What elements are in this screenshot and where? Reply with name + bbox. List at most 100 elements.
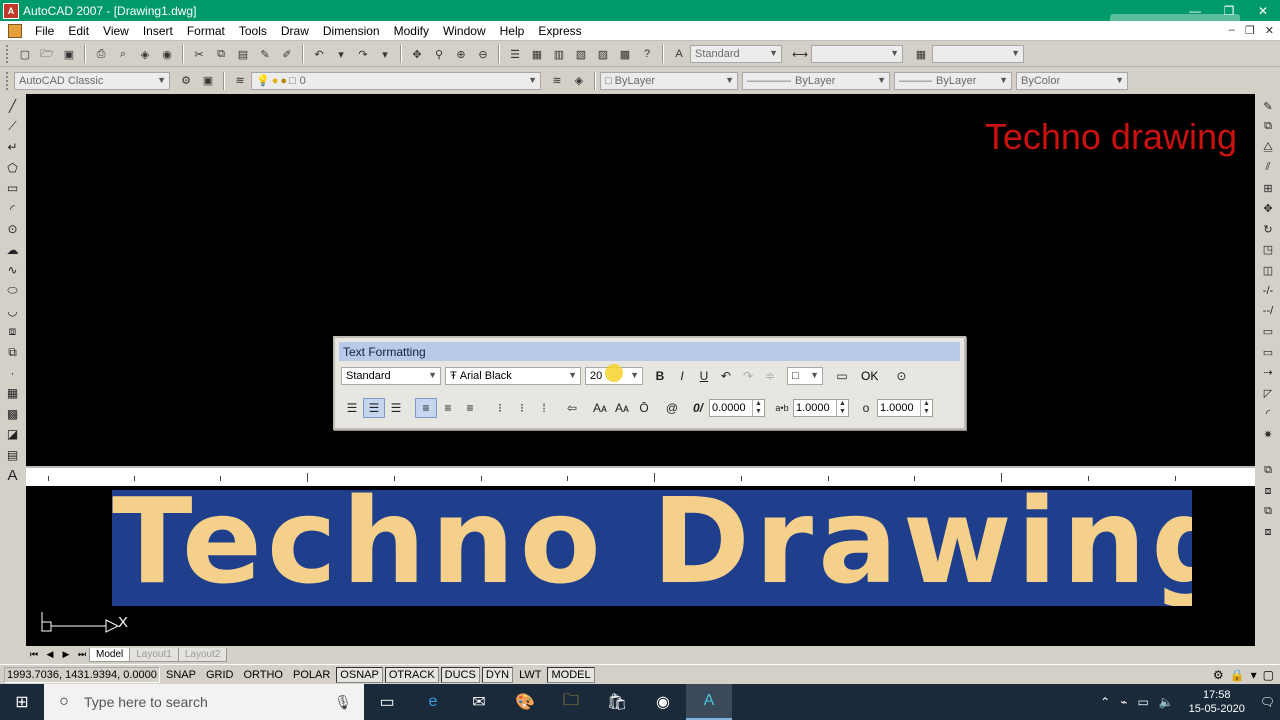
trim-icon[interactable]: -/- xyxy=(1258,281,1278,302)
table-style-combo[interactable]: ▼ xyxy=(932,45,1024,63)
task-view-icon[interactable]: ▭ xyxy=(364,684,410,720)
menu-view[interactable]: View xyxy=(96,24,136,38)
next-tab-icon[interactable]: ▶ xyxy=(58,648,74,662)
bold-button[interactable]: B xyxy=(649,366,671,386)
send-to-back-icon[interactable]: ⧉ xyxy=(1258,502,1278,523)
align-left-icon[interactable]: ☰ xyxy=(341,398,363,418)
tf-style-combo[interactable]: Standard ▼ xyxy=(341,367,441,385)
toolbar-gripper[interactable] xyxy=(6,71,10,90)
stack-icon[interactable]: ≑ xyxy=(759,366,781,386)
align-bottom-icon[interactable]: ≡ xyxy=(459,398,481,418)
my-workspace-icon[interactable]: ▣ xyxy=(198,71,218,91)
menu-window[interactable]: Window xyxy=(436,24,493,38)
notifications-icon[interactable]: 🗨 xyxy=(1260,695,1275,709)
network-icon[interactable]: ⌁ xyxy=(1120,695,1127,709)
bring-above-icon[interactable]: ⧈ xyxy=(1258,522,1278,543)
ducs-toggle[interactable]: DUCS xyxy=(440,666,480,683)
uppercase-icon[interactable]: Aᴀ xyxy=(589,398,611,418)
tab-layout1[interactable]: Layout1 xyxy=(129,647,179,662)
linetype-combo[interactable]: ———— ByLayer ▼ xyxy=(742,71,890,90)
dyn-toggle[interactable]: DYN xyxy=(481,666,514,683)
menu-dimension[interactable]: Dimension xyxy=(316,24,387,38)
undo-icon[interactable]: ↶ xyxy=(309,44,329,64)
bring-to-front-icon[interactable]: ⧈ xyxy=(1258,481,1278,502)
point-icon[interactable]: · xyxy=(3,363,23,384)
construction-line-icon[interactable]: ⟋ xyxy=(3,117,23,138)
spinner-icon[interactable]: ▲ ▼ xyxy=(920,400,932,416)
layer-previous-icon[interactable]: ◈ xyxy=(569,71,589,91)
mail-app-icon[interactable]: ✉ xyxy=(456,684,502,720)
menu-edit[interactable]: Edit xyxy=(61,24,96,38)
revision-cloud-icon[interactable]: ☁ xyxy=(3,240,23,261)
options-icon[interactable]: ⊙ xyxy=(890,366,912,386)
explode-icon[interactable]: ✷ xyxy=(1258,424,1278,445)
table-icon[interactable]: ▤ xyxy=(3,445,23,466)
close-button[interactable]: ✕ xyxy=(1246,0,1280,21)
menu-insert[interactable]: Insert xyxy=(136,24,180,38)
snap-toggle[interactable]: SNAP xyxy=(162,666,200,683)
tf-color-combo[interactable]: □ ▼ xyxy=(787,367,823,385)
lowercase-icon[interactable]: Aᴀ xyxy=(611,398,633,418)
insert-block-icon[interactable]: ⧈ xyxy=(3,322,23,343)
new-icon[interactable]: ▢ xyxy=(15,44,35,64)
text-style-combo[interactable]: Standard ▼ xyxy=(690,45,782,63)
autocad-app-icon[interactable]: A xyxy=(3,2,19,19)
oblique-angle-input[interactable]: 0.0000 ▲ ▼ xyxy=(709,399,765,417)
join-icon[interactable]: ⇢ xyxy=(1258,363,1278,384)
doc-close-button[interactable]: ✕ xyxy=(1265,24,1274,37)
polar-toggle[interactable]: POLAR xyxy=(289,666,335,683)
undo-dropdown-icon[interactable]: ▾ xyxy=(331,44,351,64)
rotate-icon[interactable]: ↻ xyxy=(1258,219,1278,240)
windows-start-icon[interactable]: ⊞ xyxy=(0,684,44,720)
lwt-toggle[interactable]: LWT xyxy=(515,666,546,683)
break-at-point-icon[interactable]: ▭ xyxy=(1258,322,1278,343)
design-center-icon[interactable]: ▦ xyxy=(527,44,547,64)
move-icon[interactable]: ✥ xyxy=(1258,199,1278,220)
volume-icon[interactable]: 🔈 xyxy=(1159,695,1174,709)
workspace-combo[interactable]: AutoCAD Classic ▼ xyxy=(14,71,170,90)
menu-draw[interactable]: Draw xyxy=(274,24,316,38)
show-hidden-icons-icon[interactable]: ⌃ xyxy=(1100,695,1110,709)
chrome-icon[interactable]: ◉ xyxy=(640,684,686,720)
autocad-taskbar-icon[interactable]: A xyxy=(686,684,732,720)
help-icon[interactable]: ? xyxy=(637,44,657,64)
ellipse-arc-icon[interactable]: ◡ xyxy=(3,301,23,322)
status-menu-icon[interactable]: ▾ xyxy=(1251,668,1257,682)
rectangle-icon[interactable]: ▭ xyxy=(3,178,23,199)
region-icon[interactable]: ◪ xyxy=(3,424,23,445)
taskbar-search-box[interactable]: ○ Type here to search 🎙 xyxy=(44,684,364,720)
doc-restore-button[interactable]: ❐ xyxy=(1245,24,1255,37)
plotstyle-combo[interactable]: ByColor ▼ xyxy=(1016,71,1128,90)
uppercase-letters-icon[interactable]: ⁞ xyxy=(533,398,555,418)
gradient-icon[interactable]: ▩ xyxy=(3,404,23,425)
dim-style-combo[interactable]: ▼ xyxy=(811,45,903,63)
layer-manager-icon[interactable]: ≋ xyxy=(230,71,250,91)
mirror-icon[interactable]: ⧋ xyxy=(1258,137,1278,158)
minimize-button[interactable]: — xyxy=(1178,0,1212,21)
mtext-ruler[interactable] xyxy=(26,466,1255,486)
text-style-icon[interactable]: A xyxy=(669,44,689,64)
ok-button[interactable]: OK xyxy=(853,366,886,386)
dim-style-icon[interactable]: ⟷ xyxy=(790,44,810,64)
clean-screen-icon[interactable]: ▢ xyxy=(1263,668,1274,682)
sheet-set-icon[interactable]: ▧ xyxy=(571,44,591,64)
arc-icon[interactable]: ◜ xyxy=(3,199,23,220)
toolbar-lock-icon[interactable]: 🔒 xyxy=(1230,668,1245,682)
zoom-previous-icon[interactable]: ⊖ xyxy=(473,44,493,64)
workspace-settings-icon[interactable]: ⚙ xyxy=(176,71,196,91)
spinner-icon[interactable]: ▲ ▼ xyxy=(752,400,764,416)
cut-icon[interactable]: ✂ xyxy=(189,44,209,64)
coordinate-readout[interactable]: 1993.7036, 1431.9394, 0.0000 xyxy=(4,666,160,683)
redo-icon[interactable]: ↷ xyxy=(737,366,759,386)
file-explorer-icon[interactable]: 🗀 xyxy=(548,684,594,720)
tracking-input[interactable]: 1.0000 ▲ ▼ xyxy=(793,399,849,417)
redo-icon[interactable]: ↷ xyxy=(353,44,373,64)
ortho-toggle[interactable]: ORTHO xyxy=(239,666,287,683)
hatch-icon[interactable]: ▦ xyxy=(3,383,23,404)
multiline-text-icon[interactable]: A xyxy=(3,465,23,486)
battery-icon[interactable]: ▭ xyxy=(1137,695,1148,709)
undo-icon[interactable]: ↶ xyxy=(715,366,737,386)
block-editor-icon[interactable]: ✐ xyxy=(277,44,297,64)
align-middle-icon[interactable]: ≡ xyxy=(437,398,459,418)
copy-icon[interactable]: ⧉ xyxy=(211,44,231,64)
